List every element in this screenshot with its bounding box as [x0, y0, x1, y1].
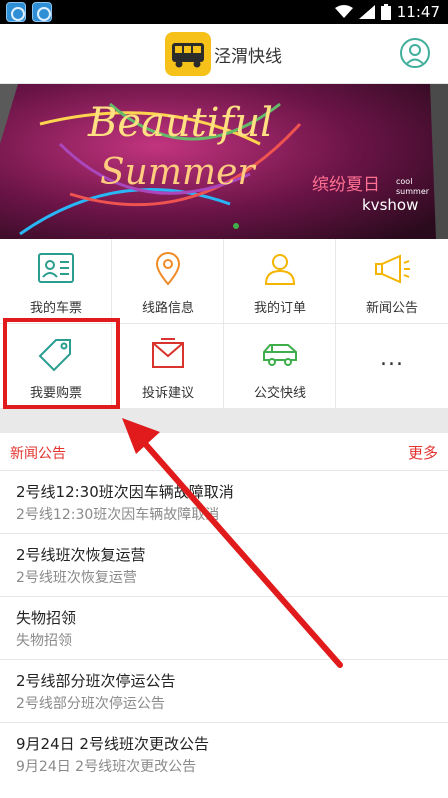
banner-caption-small-2: summer	[396, 187, 430, 196]
bus-icon	[165, 32, 211, 76]
signal-icon	[358, 5, 375, 19]
news-section-title: 新闻公告	[10, 446, 66, 462]
news-item-subtitle: 2号线部分班次停运公告	[16, 696, 165, 712]
notification-app-icon	[6, 2, 26, 22]
section-divider	[0, 409, 448, 433]
grid-item-label: 投诉建议	[141, 386, 194, 401]
banner-headline-1: Beautiful	[87, 100, 273, 146]
banner-caption-cn: 缤纷夏日	[312, 175, 380, 195]
megaphone-icon	[375, 254, 410, 284]
id-card-icon	[38, 253, 74, 283]
grid-item-label: 公交快线	[253, 386, 306, 401]
promo-banner[interactable]: Beautiful Summer 缤纷夏日 cool summer kvshow	[0, 84, 448, 239]
news-item[interactable]: 9月24日 2号线班次更改公告 9月24日 2号线班次更改公告	[0, 723, 448, 786]
grid-item-label: 新闻公告	[365, 301, 418, 316]
grid-item-bus-express[interactable]: 公交快线	[224, 324, 336, 409]
mail-icon	[152, 338, 184, 368]
news-item-subtitle: 9月24日 2号线班次更改公告	[16, 759, 197, 775]
grid-item-label: 我的车票	[29, 301, 82, 316]
grid-item-label: 线路信息	[141, 301, 194, 316]
news-more-link[interactable]: 更多	[408, 442, 438, 463]
news-item-subtitle: 2号线班次恢复运营	[16, 570, 137, 586]
map-pin-icon	[155, 252, 181, 286]
app-title: 泾渭快线	[214, 47, 282, 67]
bus-outline-icon	[263, 344, 297, 366]
news-item[interactable]: 2号线12:30班次因车辆故障取消 2号线12:30班次因车辆故障取消	[0, 471, 448, 534]
news-item[interactable]: 失物招领 失物招领	[0, 597, 448, 660]
more-icon: ...	[380, 346, 404, 371]
notification-app-icon-2	[32, 2, 52, 22]
app-header: 泾渭快线	[0, 24, 448, 84]
news-item[interactable]: 2号线班次恢复运营 2号线班次恢复运营	[0, 534, 448, 597]
grid-item-my-orders[interactable]: 我的订单	[224, 239, 336, 324]
news-item-title: 2号线12:30班次因车辆故障取消	[16, 483, 234, 501]
banner-brand: kvshow	[362, 196, 418, 214]
grid-item-my-tickets[interactable]: 我的车票	[0, 239, 112, 324]
banner-caption-small-1: cool	[396, 177, 412, 186]
news-item-title: 9月24日 2号线班次更改公告	[16, 735, 209, 753]
grid-item-news[interactable]: 新闻公告	[336, 239, 448, 324]
news-list: 2号线12:30班次因车辆故障取消 2号线12:30班次因车辆故障取消 2号线班…	[0, 471, 448, 786]
news-item-title: 2号线部分班次停运公告	[16, 672, 176, 690]
wifi-icon	[334, 5, 353, 18]
user-icon[interactable]	[400, 38, 430, 68]
news-item-title: 2号线班次恢复运营	[16, 546, 146, 564]
grid-item-label: 我的订单	[253, 301, 306, 316]
grid-item-more[interactable]: ...	[336, 324, 448, 409]
news-item[interactable]: 2号线部分班次停运公告 2号线部分班次停运公告	[0, 660, 448, 723]
grid-item-feedback[interactable]: 投诉建议	[112, 324, 224, 409]
status-bar: 11:47	[0, 0, 448, 24]
news-item-subtitle: 失物招领	[16, 633, 72, 649]
grid-item-route-info[interactable]: 线路信息	[112, 239, 224, 324]
highlight-box	[3, 318, 120, 409]
news-header: 新闻公告 更多	[0, 433, 448, 471]
battery-icon	[380, 4, 391, 20]
banner-headline-2: Summer	[100, 152, 256, 193]
news-item-subtitle: 2号线12:30班次因车辆故障取消	[16, 507, 220, 523]
status-time: 11:47	[396, 3, 440, 21]
status-right: 11:47	[334, 0, 440, 24]
news-item-title: 失物招领	[16, 609, 77, 627]
person-icon	[264, 254, 296, 285]
